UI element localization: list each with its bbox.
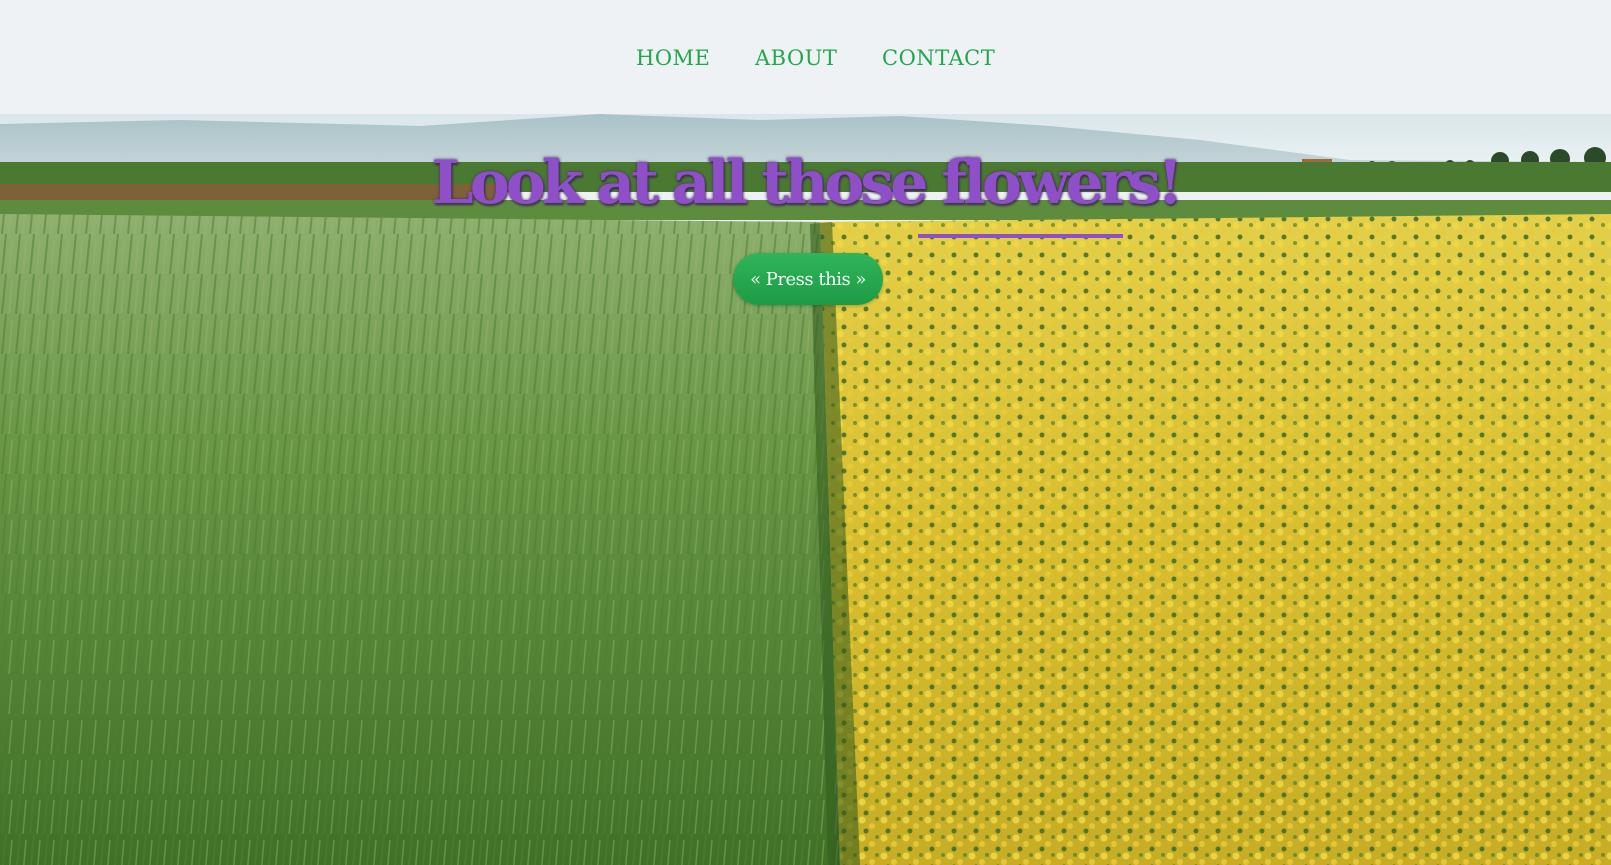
top-navigation: HOME ABOUT CONTACT xyxy=(0,0,1611,114)
landing-page: HOME ABOUT CONTACT Look at all those flo… xyxy=(0,0,1611,865)
hero-headline: Look at all those flowers! xyxy=(431,148,1184,218)
nav-link-contact[interactable]: CONTACT xyxy=(882,46,995,70)
nav-link-about[interactable]: ABOUT xyxy=(755,46,837,70)
hero-landscape-image xyxy=(0,114,1611,865)
hero-banner xyxy=(0,114,1611,865)
press-this-button[interactable]: « Press this » xyxy=(733,253,883,305)
nav-link-home[interactable]: HOME xyxy=(636,46,710,70)
headline-underline xyxy=(918,234,1123,238)
